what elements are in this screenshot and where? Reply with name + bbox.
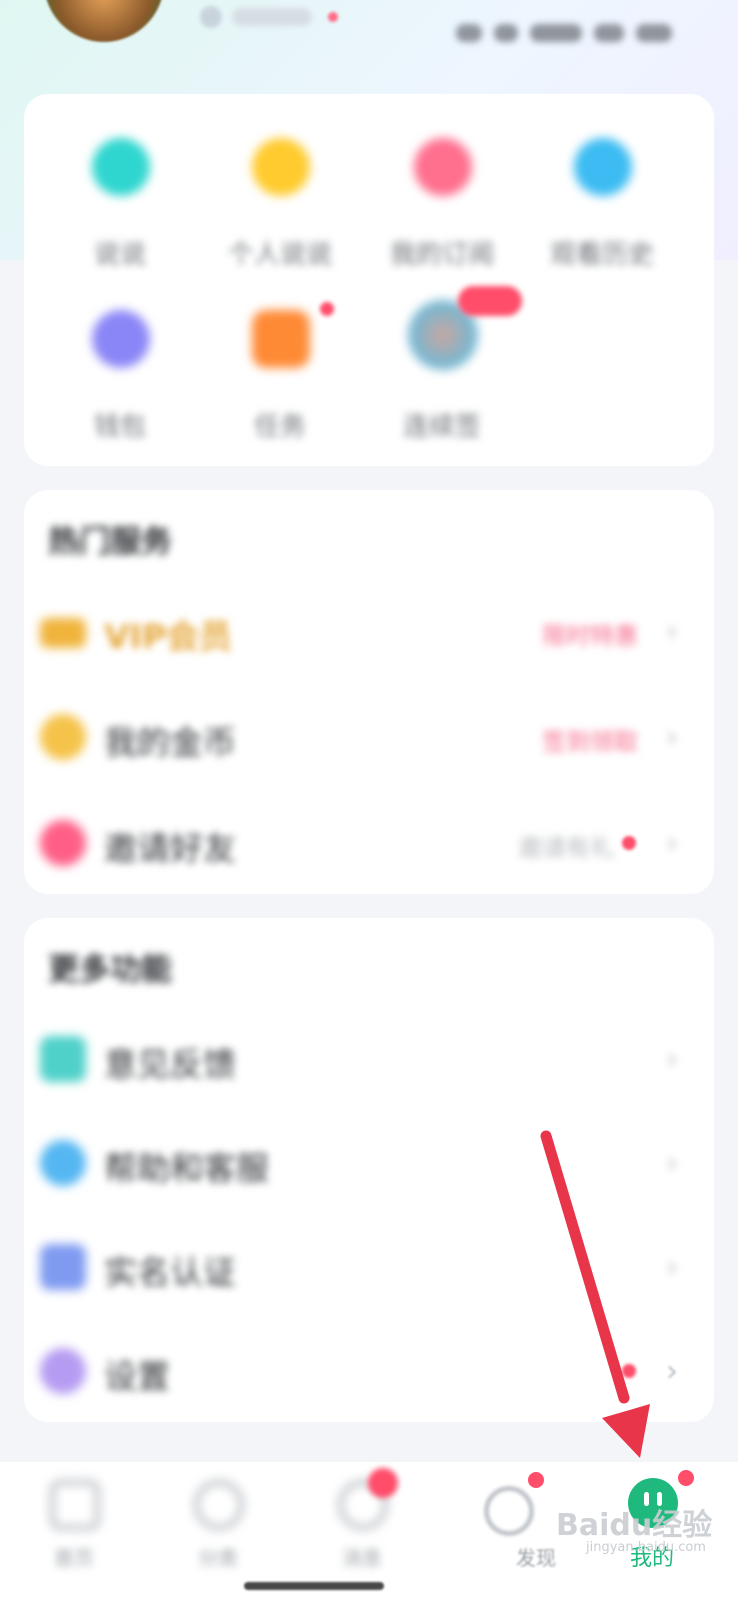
feature-row-verify[interactable]: 实名认证 ›: [24, 1226, 714, 1306]
home-indicator: [244, 1582, 384, 1590]
grid-item-3[interactable]: 观看历史: [532, 138, 672, 278]
hot-services-card: 热门服务 VIP会员 限时特惠 › 我的金币 签到领取 › 邀请好友 邀请有礼 …: [24, 490, 714, 894]
user-level-text[interactable]: [232, 8, 312, 26]
chevron-right-icon: ›: [666, 720, 678, 755]
badge-dot: [526, 1470, 546, 1490]
grid-label: 连续签: [402, 412, 481, 442]
row-label: VIP会员: [104, 617, 233, 656]
grid-item-2[interactable]: 我的订阅: [372, 138, 512, 278]
feature-row-feedback[interactable]: 意见反馈 ›: [24, 1018, 714, 1098]
calendar-icon: [40, 1036, 86, 1082]
grid-label: 说说: [93, 240, 146, 270]
row-label: 意见反馈: [104, 1045, 236, 1084]
quick-grid-card: 说说 个人说说 我的订阅 观看历史 钱包 任务 连续签: [24, 94, 714, 466]
service-row-coins[interactable]: 我的金币 签到领取 ›: [24, 696, 714, 776]
row-label: 设置: [104, 1357, 170, 1396]
row-label: 邀请好友: [104, 829, 236, 868]
row-value: 签到领取: [542, 728, 638, 756]
row-label: 实名认证: [104, 1253, 236, 1292]
grid-item-0[interactable]: 说说: [50, 138, 190, 278]
grid-label: 任务: [253, 412, 306, 442]
grid-label: 我的订阅: [389, 240, 494, 270]
section-title: 更多功能: [48, 952, 172, 988]
grid-item-4[interactable]: 钱包: [50, 310, 190, 450]
wallet-icon: [92, 310, 150, 368]
new-tag-badge: [458, 286, 522, 316]
badge-dot: [368, 1468, 398, 1498]
home-icon: [50, 1480, 100, 1530]
service-row-invite[interactable]: 邀请好友 邀请有礼 ›: [24, 802, 714, 882]
gift-icon: [252, 310, 310, 368]
chevron-right-icon: ›: [666, 614, 678, 649]
chevron-right-icon: ›: [666, 1250, 678, 1285]
grid-item-5[interactable]: 任务: [210, 302, 350, 450]
discover-icon: [484, 1486, 534, 1536]
badge-dot: [676, 1468, 696, 1488]
row-label: 帮助和客服: [104, 1149, 269, 1188]
grid-item-1[interactable]: 个人说说: [210, 138, 350, 278]
grid-label: 钱包: [93, 412, 146, 442]
chevron-right-icon: ›: [666, 1146, 678, 1181]
coin-icon: [40, 714, 86, 760]
watermark-logo: Baidu经验: [556, 1508, 713, 1543]
house-icon: [92, 138, 150, 196]
clock-icon: [574, 138, 632, 196]
headset-icon: [40, 1140, 86, 1186]
bag-icon: [414, 138, 472, 196]
header-stats: [456, 24, 672, 42]
tab-label: 首页: [54, 1546, 94, 1570]
badge-dot: [622, 836, 636, 850]
badge-dot: [622, 1364, 636, 1378]
grid-label: 观看历史: [549, 240, 654, 270]
more-features-card: 更多功能 意见反馈 › 帮助和客服 › 实名认证 › 设置 ›: [24, 918, 714, 1422]
chevron-right-icon: ›: [666, 1042, 678, 1077]
chevron-right-icon: ›: [666, 826, 678, 861]
id-card-icon: [40, 1244, 86, 1290]
feature-row-help[interactable]: 帮助和客服 ›: [24, 1122, 714, 1202]
row-value: 邀请有礼: [518, 834, 614, 862]
category-icon: [194, 1480, 244, 1530]
notification-dot: [328, 12, 338, 22]
tab-label: 消息: [342, 1546, 382, 1570]
tab-label: 发现: [516, 1546, 556, 1570]
bulb-icon: [252, 138, 310, 196]
row-label: 我的金币: [104, 723, 236, 762]
people-icon: [40, 820, 86, 866]
crown-icon: [40, 618, 86, 648]
level-badge-icon: [200, 6, 222, 28]
tab-discover[interactable]: 发现: [446, 1462, 566, 1600]
tab-home[interactable]: 首页: [14, 1462, 134, 1600]
badge-dot: [320, 302, 334, 316]
tab-message[interactable]: 消息: [302, 1462, 422, 1600]
grid-label: 个人说说: [227, 240, 332, 270]
watermark-url: jingyan.baidu.com: [586, 1540, 706, 1555]
section-title: 热门服务: [48, 524, 172, 560]
feature-row-settings[interactable]: 设置 ›: [24, 1330, 714, 1410]
tab-label: 分类: [198, 1546, 238, 1570]
grid-item-6[interactable]: 连续签: [372, 286, 522, 450]
service-row-vip[interactable]: VIP会员 限时特惠 ›: [24, 590, 714, 670]
row-value: 限时特惠: [542, 622, 638, 650]
chevron-right-icon: ›: [666, 1354, 678, 1389]
settings-icon: [40, 1348, 86, 1394]
tab-category[interactable]: 分类: [158, 1462, 278, 1600]
